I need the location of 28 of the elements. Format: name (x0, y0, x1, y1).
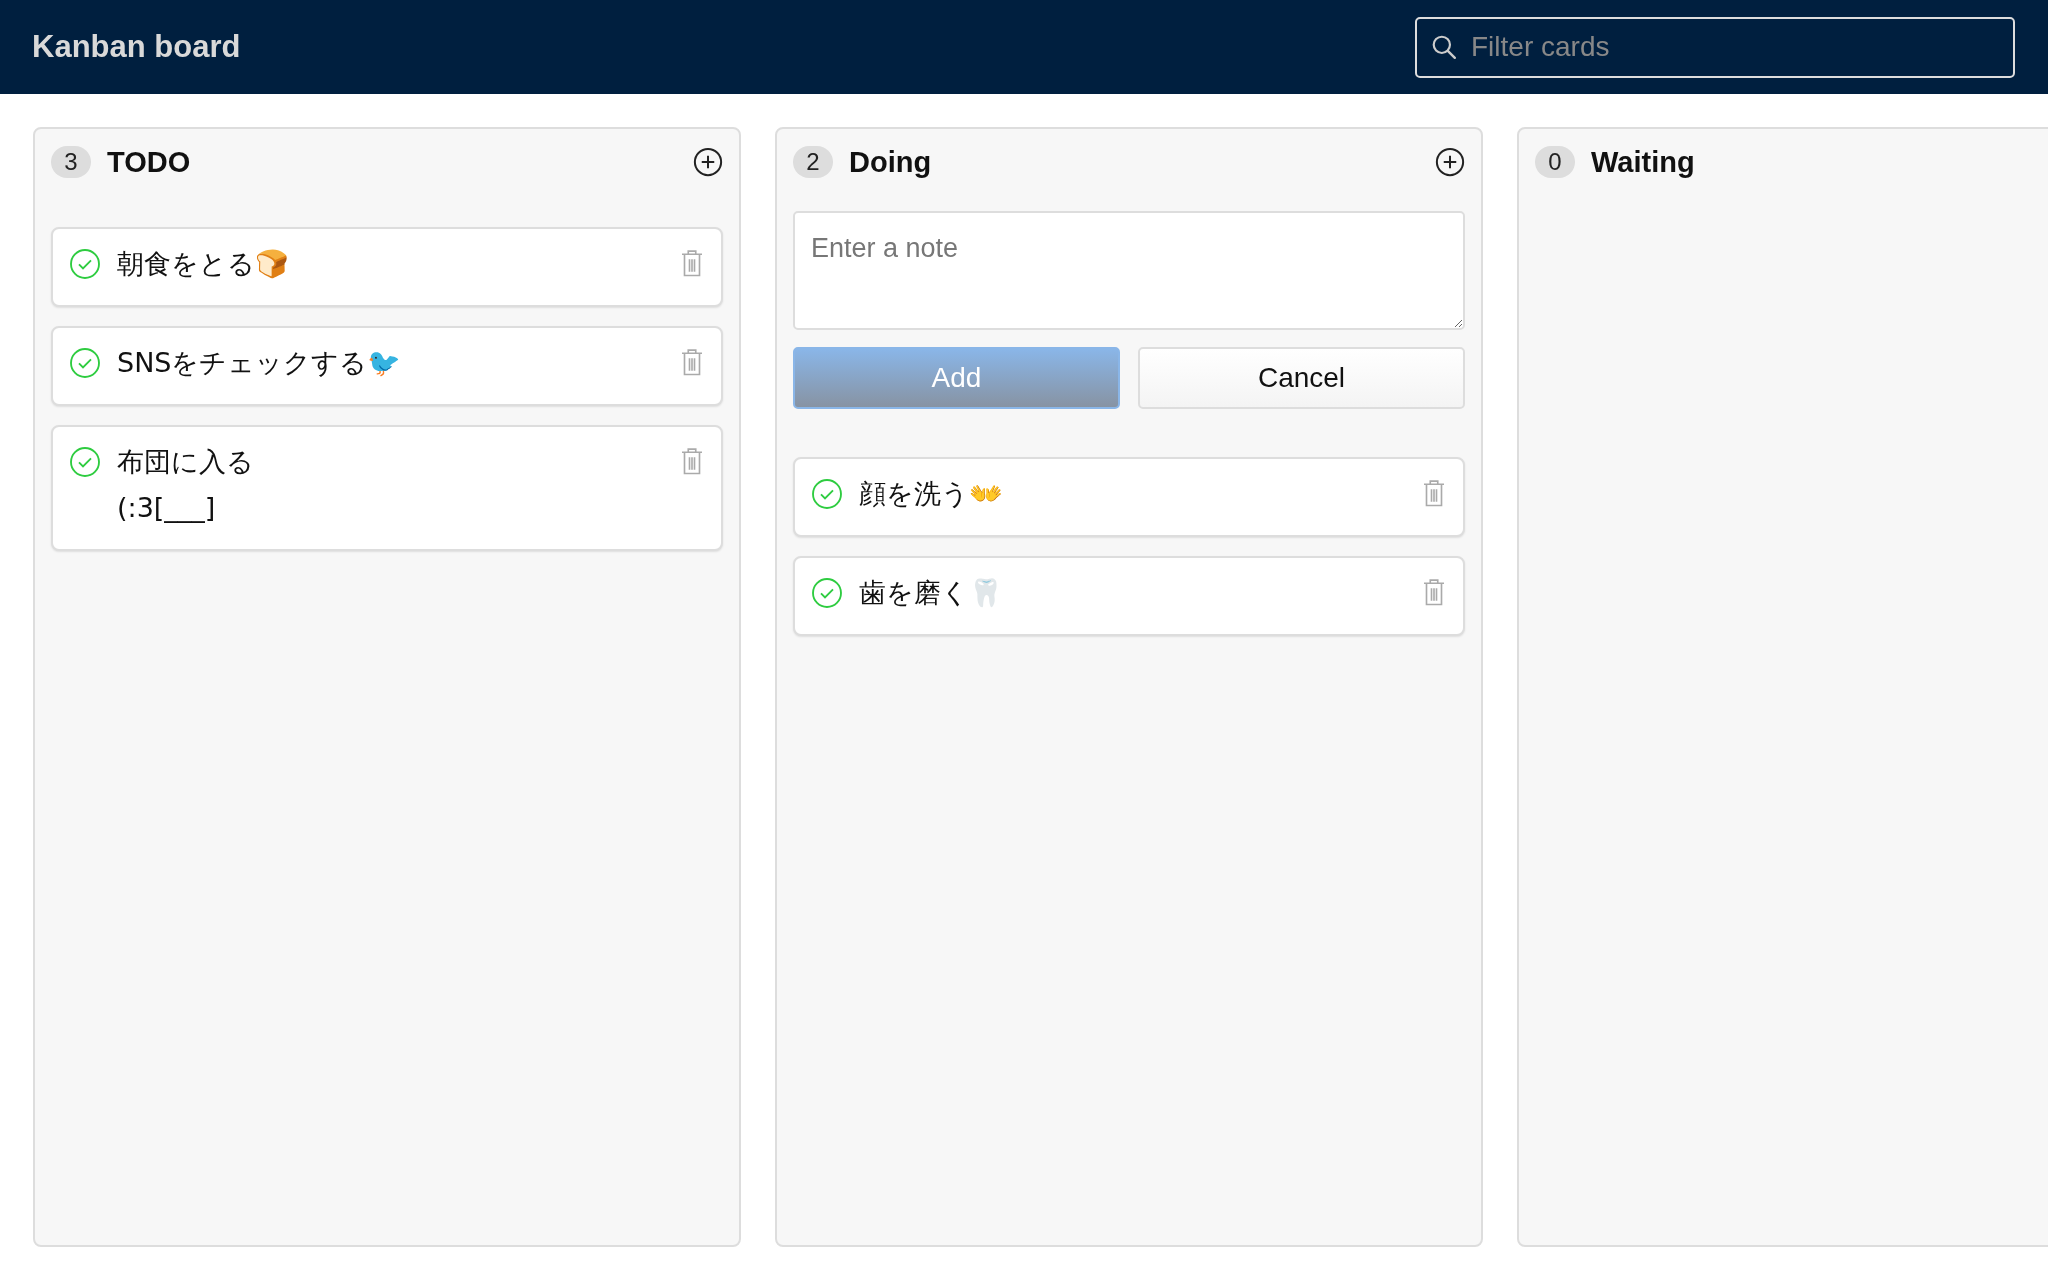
add-icon[interactable] (1435, 147, 1465, 177)
check-circle-icon[interactable] (811, 577, 843, 609)
card-text: SNSをチェックする🐦 (117, 346, 402, 380)
count-badge: 3 (51, 146, 91, 178)
count-badge: 2 (793, 146, 833, 178)
search-icon (1431, 33, 1457, 60)
card-text: 顔を洗う👐 (859, 477, 1003, 511)
app-title: Kanban board (32, 29, 241, 65)
column-title: TODO (107, 145, 192, 179)
card-text: 朝食をとる🍞 (117, 247, 289, 281)
trash-icon[interactable] (1421, 478, 1447, 508)
column-title: Doing (849, 145, 933, 179)
check-circle-icon[interactable] (69, 248, 101, 280)
column-title: Waiting (1591, 145, 1696, 179)
check-circle-icon[interactable] (811, 478, 843, 510)
trash-icon[interactable] (679, 446, 705, 476)
check-circle-icon[interactable] (69, 446, 101, 478)
trash-icon[interactable] (1421, 577, 1447, 607)
cancel-button[interactable]: Cancel (1138, 347, 1465, 409)
card-text: 歯を磨く🦷 (859, 576, 1003, 610)
note-field[interactable]: Enter a note (793, 211, 1465, 330)
add-icon[interactable] (693, 147, 723, 177)
count-badge: 0 (1535, 146, 1575, 178)
check-circle-icon[interactable] (69, 347, 101, 379)
search-field[interactable]: Filter cards (1415, 16, 2015, 78)
card-text: 布団に入る (:3[___] (117, 445, 254, 525)
trash-icon[interactable] (679, 248, 705, 278)
trash-icon[interactable] (679, 347, 705, 377)
